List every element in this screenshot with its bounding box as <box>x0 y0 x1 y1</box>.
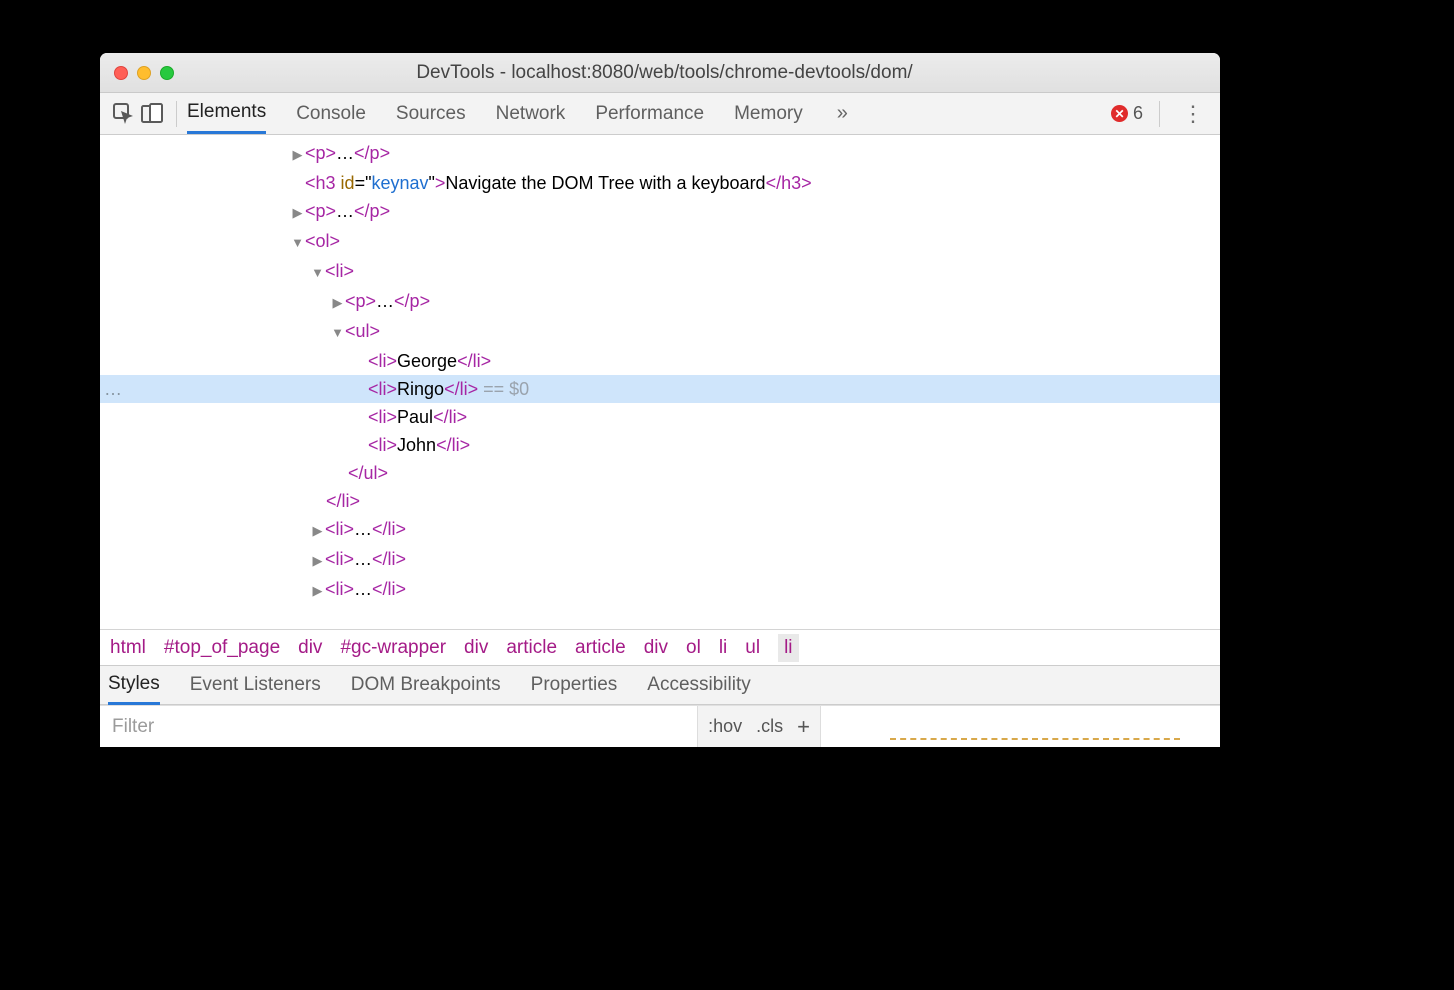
breadcrumb-item[interactable]: article <box>506 637 557 659</box>
minimize-window-button[interactable] <box>137 66 151 80</box>
panel-tabs: Elements Console Sources Network Perform… <box>187 93 1111 134</box>
breadcrumb-item[interactable]: div <box>298 637 322 659</box>
tree-row[interactable]: <li>Paul</li> <box>100 403 1220 431</box>
tree-row[interactable]: </ul> <box>100 459 1220 487</box>
collapse-toggle[interactable]: ▼ <box>290 229 305 257</box>
expand-toggle[interactable]: ▶ <box>290 141 305 169</box>
tree-row[interactable]: ▼<li> <box>100 257 1220 287</box>
inspect-element-icon[interactable] <box>110 100 138 128</box>
subtab-accessibility[interactable]: Accessibility <box>647 667 750 703</box>
cls-toggle[interactable]: .cls <box>756 716 783 737</box>
tab-elements[interactable]: Elements <box>187 93 266 134</box>
subtab-dom-breakpoints[interactable]: DOM Breakpoints <box>351 667 501 703</box>
close-window-button[interactable] <box>114 66 128 80</box>
tree-row[interactable]: ▶<li>…</li> <box>100 545 1220 575</box>
tree-row[interactable]: ▼<ul> <box>100 317 1220 347</box>
breadcrumb: html #top_of_page div #gc-wrapper div ar… <box>100 629 1220 665</box>
collapse-toggle[interactable]: ▼ <box>330 319 345 347</box>
styles-filter-input[interactable] <box>100 706 697 747</box>
device-toolbar-icon[interactable] <box>138 100 166 128</box>
expand-toggle[interactable]: ▶ <box>330 289 345 317</box>
expand-toggle[interactable]: ▶ <box>310 547 325 575</box>
tree-row[interactable]: ▶<p>…</p> <box>100 139 1220 169</box>
tree-row[interactable]: <h3 id="keynav">Navigate the DOM Tree wi… <box>100 169 1220 197</box>
tab-memory[interactable]: Memory <box>734 95 803 133</box>
breadcrumb-item[interactable]: article <box>575 637 626 659</box>
error-icon: ✕ <box>1111 105 1128 122</box>
maximize-window-button[interactable] <box>160 66 174 80</box>
dashed-preview-edge <box>890 738 1180 746</box>
box-model-preview <box>820 706 1220 747</box>
subtab-event-listeners[interactable]: Event Listeners <box>190 667 321 703</box>
tab-network[interactable]: Network <box>496 95 566 133</box>
tree-row[interactable]: ▼<ol> <box>100 227 1220 257</box>
breadcrumb-item[interactable]: li <box>719 637 727 659</box>
tree-row[interactable]: </li> <box>100 487 1220 515</box>
styles-toolbar: :hov .cls + <box>100 705 1220 747</box>
breadcrumb-item[interactable]: ol <box>686 637 701 659</box>
toolbar-right: ✕ 6 ⋮ <box>1111 101 1210 127</box>
tree-row-selected[interactable]: <li>Ringo</li> == $0 <box>100 375 1220 403</box>
error-count-badge[interactable]: ✕ 6 <box>1111 103 1143 124</box>
subtab-properties[interactable]: Properties <box>531 667 618 703</box>
tab-performance[interactable]: Performance <box>595 95 704 133</box>
titlebar: DevTools - localhost:8080/web/tools/chro… <box>100 53 1220 93</box>
collapse-toggle[interactable]: ▼ <box>310 259 325 287</box>
breadcrumb-item-current[interactable]: li <box>778 634 798 662</box>
toolbar-divider <box>176 101 177 127</box>
window-title: DevTools - localhost:8080/web/tools/chro… <box>183 62 1206 84</box>
expand-toggle[interactable]: ▶ <box>310 517 325 545</box>
breadcrumb-item[interactable]: #gc-wrapper <box>340 637 446 659</box>
devtools-window: DevTools - localhost:8080/web/tools/chro… <box>100 53 1220 747</box>
tree-row[interactable]: ▶<li>…</li> <box>100 515 1220 545</box>
sidebar-tabs: Styles Event Listeners DOM Breakpoints P… <box>100 665 1220 705</box>
tree-row[interactable]: ▶<p>…</p> <box>100 197 1220 227</box>
tree-row[interactable]: ▶<li>…</li> <box>100 575 1220 605</box>
breadcrumb-item[interactable]: #top_of_page <box>164 637 280 659</box>
kebab-menu-icon[interactable]: ⋮ <box>1176 101 1210 127</box>
breadcrumb-item[interactable]: ul <box>745 637 760 659</box>
breadcrumb-item[interactable]: div <box>464 637 488 659</box>
tab-sources[interactable]: Sources <box>396 95 466 133</box>
dom-tree[interactable]: ▶<p>…</p> <h3 id="keynav">Navigate the D… <box>100 135 1220 629</box>
toolbar-divider-right <box>1159 101 1160 127</box>
subtab-styles[interactable]: Styles <box>108 666 160 705</box>
expand-toggle[interactable]: ▶ <box>290 199 305 227</box>
console-ref-suffix: == $0 <box>478 379 529 399</box>
tab-console[interactable]: Console <box>296 95 366 133</box>
tree-row[interactable]: <li>John</li> <box>100 431 1220 459</box>
styles-actions: :hov .cls + <box>697 706 820 747</box>
tree-row[interactable]: ▶<p>…</p> <box>100 287 1220 317</box>
tab-overflow-button[interactable]: » <box>833 102 852 125</box>
breadcrumb-item[interactable]: html <box>110 637 146 659</box>
new-style-rule-icon[interactable]: + <box>797 714 810 740</box>
hov-toggle[interactable]: :hov <box>708 716 742 737</box>
expand-toggle[interactable]: ▶ <box>310 577 325 605</box>
tree-row[interactable]: <li>George</li> <box>100 347 1220 375</box>
main-toolbar: Elements Console Sources Network Perform… <box>100 93 1220 135</box>
error-count: 6 <box>1133 103 1143 124</box>
breadcrumb-item[interactable]: div <box>644 637 668 659</box>
